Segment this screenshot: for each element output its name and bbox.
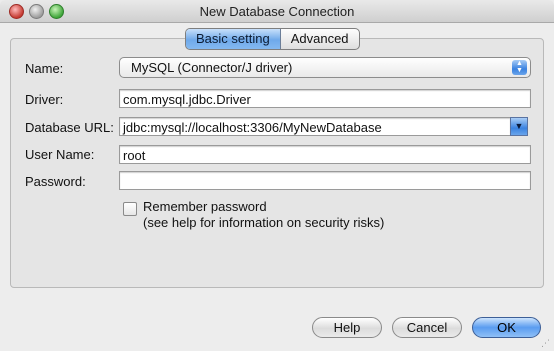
ok-button[interactable]: OK <box>472 317 541 338</box>
help-button[interactable]: Help <box>312 317 382 338</box>
tab-basic-setting[interactable]: Basic setting <box>186 29 281 49</box>
tab-bar: Basic setting Advanced <box>185 28 360 50</box>
chevron-down-icon[interactable]: ▼ <box>510 117 528 136</box>
tab-advanced[interactable]: Advanced <box>281 29 359 49</box>
user-name-label: User Name: <box>25 147 95 162</box>
title-bar[interactable]: New Database Connection <box>0 0 554 23</box>
window-title: New Database Connection <box>199 4 355 19</box>
dialog-window: New Database Connection Basic setting Ad… <box>0 0 554 351</box>
password-label: Password: <box>25 174 86 189</box>
name-select-value: MySQL (Connector/J driver) <box>131 60 293 75</box>
password-field[interactable] <box>119 171 531 190</box>
remember-password-text: Remember password <box>143 199 267 214</box>
resize-grip-icon[interactable]: ⋰ <box>541 338 551 348</box>
up-down-arrows-icon: ▲ ▼ <box>512 60 527 75</box>
driver-label: Driver: <box>25 92 64 107</box>
user-name-field[interactable]: root <box>119 145 531 164</box>
remember-password-label: Remember password (see help for informat… <box>143 199 384 231</box>
driver-field[interactable]: com.mysql.jdbc.Driver <box>119 89 531 108</box>
name-select[interactable]: MySQL (Connector/J driver) ▲ ▼ <box>119 57 531 78</box>
cancel-button[interactable]: Cancel <box>392 317 462 338</box>
security-risk-note: (see help for information on security ri… <box>143 215 385 230</box>
name-label: Name: <box>25 61 64 76</box>
database-url-field[interactable]: jdbc:mysql://localhost:3306/MyNewDatabas… <box>119 117 511 136</box>
remember-password-checkbox[interactable] <box>123 202 137 216</box>
database-url-label: Database URL: <box>25 120 114 135</box>
